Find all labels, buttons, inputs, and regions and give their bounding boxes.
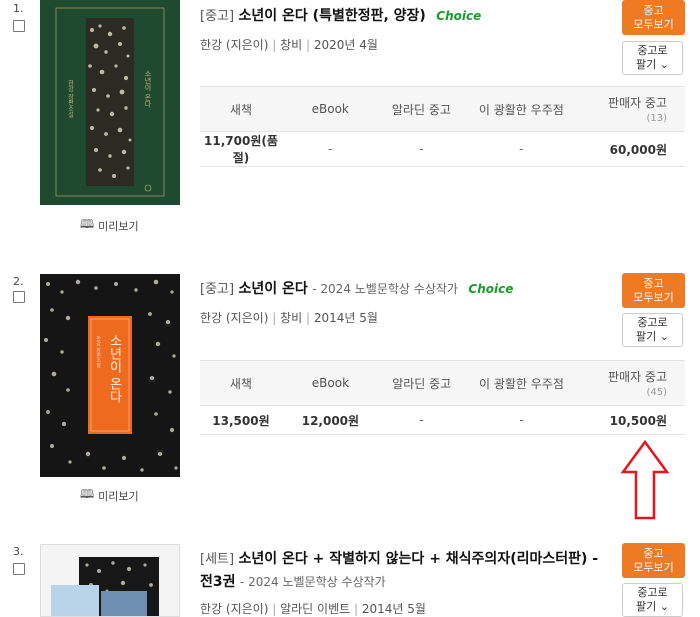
author-link[interactable]: 한강 (지은이) xyxy=(200,311,268,325)
book-open-icon: 🕮 xyxy=(80,487,95,501)
item-title-line: [세트] 소년이 온다 + 작별하지 않는다 + 채식주의자(리마스터판) - … xyxy=(200,548,610,593)
col-seller-label: 판매자 중고 xyxy=(607,370,667,384)
search-result-3: 3. [세트] 소년이 온다 + 작별하지 않는다 + 채식주의자(리마스터판)… xyxy=(0,543,700,617)
select-checkbox[interactable] xyxy=(13,20,25,32)
item-category: [중고] xyxy=(200,9,235,24)
publish-date: 2020년 4월 xyxy=(313,38,378,52)
result-number: 1. xyxy=(13,2,24,15)
up-arrow-annotation xyxy=(621,440,669,520)
col-new-book: 새책 xyxy=(200,86,282,132)
search-result-1: 1. 한강 장편소설 소년이 온다 🕮 미리보기 [중고] 소년이 온다 (특별… xyxy=(0,0,700,240)
select-checkbox[interactable] xyxy=(13,291,25,303)
price-ebook: - xyxy=(281,131,379,167)
price-ebook[interactable]: 12,000원 xyxy=(281,405,379,435)
item-title-line: [중고] 소년이 온다 - 2024 노벨문학상 수상작가 Choice xyxy=(200,278,605,301)
col-seller-label: 판매자 중고 xyxy=(607,96,667,110)
item-subtitle: - 2024 노벨문학상 수상작가 xyxy=(239,575,386,589)
svg-text:한강 장편소설: 한강 장편소설 xyxy=(67,80,74,118)
seller-count: (13) xyxy=(646,113,667,124)
col-aladin-used: 알라딘 중고 xyxy=(378,86,465,132)
svg-text:소년이 온다: 소년이 온다 xyxy=(144,70,152,108)
chevron-down-icon: ⌄ xyxy=(656,330,669,343)
book-cover[interactable]: 소년이 온다 한강 장편소설 xyxy=(40,274,180,477)
item-subtitle: - 2024 노벨문학상 수상작가 xyxy=(312,282,458,296)
price-store-used: - xyxy=(464,131,579,167)
chevron-down-icon: ⌄ xyxy=(656,600,669,613)
preview-link[interactable]: 🕮 미리보기 xyxy=(80,485,139,506)
item-title-line: [중고] 소년이 온다 (특별한정판, 양장) Choice xyxy=(200,5,605,28)
col-store-used: 이 광활한 우주점 xyxy=(464,360,579,406)
price-table: 새책 eBook 알라딘 중고 이 광활한 우주점 판매자 중고 (13) 11… xyxy=(200,86,685,167)
item-category: [중고] xyxy=(200,282,235,297)
book-cover[interactable] xyxy=(40,544,180,617)
price-table: 새책 eBook 알라딘 중고 이 광활한 우주점 판매자 중고 (45) 13… xyxy=(200,360,685,435)
choice-badge: Choice xyxy=(468,282,514,296)
price-aladin-used: - xyxy=(378,405,465,435)
sell-used-button[interactable]: 중고로 팔기 ⌄ xyxy=(622,313,683,347)
book-open-icon: 🕮 xyxy=(80,217,95,231)
cover-art: 한강 장편소설 소년이 온다 xyxy=(40,0,180,205)
cover-art xyxy=(41,545,179,616)
seller-count: (45) xyxy=(646,387,667,398)
search-result-2: 2. 소년이 온다 한강 장편소설 🕮 미리보기 [중고] 소년이 온다 - 2… xyxy=(0,273,700,503)
svg-text:소년이 온다: 소년이 온다 xyxy=(107,334,122,404)
preview-link[interactable]: 🕮 미리보기 xyxy=(80,215,139,236)
publish-date: 2014년 5월 xyxy=(313,311,378,325)
used-view-all-button[interactable]: 중고 모두보기 xyxy=(622,273,685,308)
price-new[interactable]: 11,700원(품절) xyxy=(200,131,282,167)
result-number: 2. xyxy=(13,275,24,288)
publish-date: 2014년 5월 xyxy=(361,602,426,616)
publisher-link[interactable]: 창비 xyxy=(280,38,302,52)
item-title-link[interactable]: 소년이 온다 (특별한정판, 양장) xyxy=(239,8,426,24)
chevron-down-icon: ⌄ xyxy=(656,58,669,71)
author-link[interactable]: 한강 (지은이) xyxy=(200,38,268,52)
sell-used-button[interactable]: 중고로 팔기 ⌄ xyxy=(622,41,683,75)
publisher-link[interactable]: 알라딘 이벤트 xyxy=(280,602,350,616)
item-category: [세트] xyxy=(200,552,235,567)
price-seller-used[interactable]: 60,000원 xyxy=(578,131,685,167)
result-number: 3. xyxy=(13,545,24,558)
col-seller-used: 판매자 중고 (45) xyxy=(578,360,685,406)
preview-label: 미리보기 xyxy=(98,219,139,233)
select-checkbox[interactable] xyxy=(13,563,25,575)
price-new[interactable]: 13,500원 xyxy=(200,405,282,435)
item-meta: 한강 (지은이) | 알라딘 이벤트 | 2014년 5월 xyxy=(200,602,426,616)
price-seller-used[interactable]: 10,500원 xyxy=(578,405,685,435)
price-store-used: - xyxy=(464,405,579,435)
book-cover[interactable]: 한강 장편소설 소년이 온다 xyxy=(40,0,180,205)
item-meta: 한강 (지은이) | 창비 | 2014년 5월 xyxy=(200,311,378,325)
preview-label: 미리보기 xyxy=(98,489,139,503)
col-new-book: 새책 xyxy=(200,360,282,406)
col-aladin-used: 알라딘 중고 xyxy=(378,360,465,406)
author-link[interactable]: 한강 (지은이) xyxy=(200,602,268,616)
choice-badge: Choice xyxy=(436,9,482,23)
svg-text:한강 장편소설: 한강 장편소설 xyxy=(95,336,101,369)
used-view-all-button[interactable]: 중고 모두보기 xyxy=(622,0,685,35)
price-aladin-used: - xyxy=(378,131,465,167)
used-view-all-button[interactable]: 중고 모두보기 xyxy=(622,543,685,578)
col-store-used: 이 광활한 우주점 xyxy=(464,86,579,132)
item-meta: 한강 (지은이) | 창비 | 2020년 4월 xyxy=(200,38,378,52)
item-title-link[interactable]: 소년이 온다 xyxy=(239,281,308,297)
cover-art: 소년이 온다 한강 장편소설 xyxy=(40,274,180,477)
col-ebook: eBook xyxy=(281,360,379,406)
col-seller-used: 판매자 중고 (13) xyxy=(578,86,685,132)
sell-used-button[interactable]: 중고로 팔기 ⌄ xyxy=(622,583,683,617)
col-ebook: eBook xyxy=(281,86,379,132)
publisher-link[interactable]: 창비 xyxy=(280,311,302,325)
